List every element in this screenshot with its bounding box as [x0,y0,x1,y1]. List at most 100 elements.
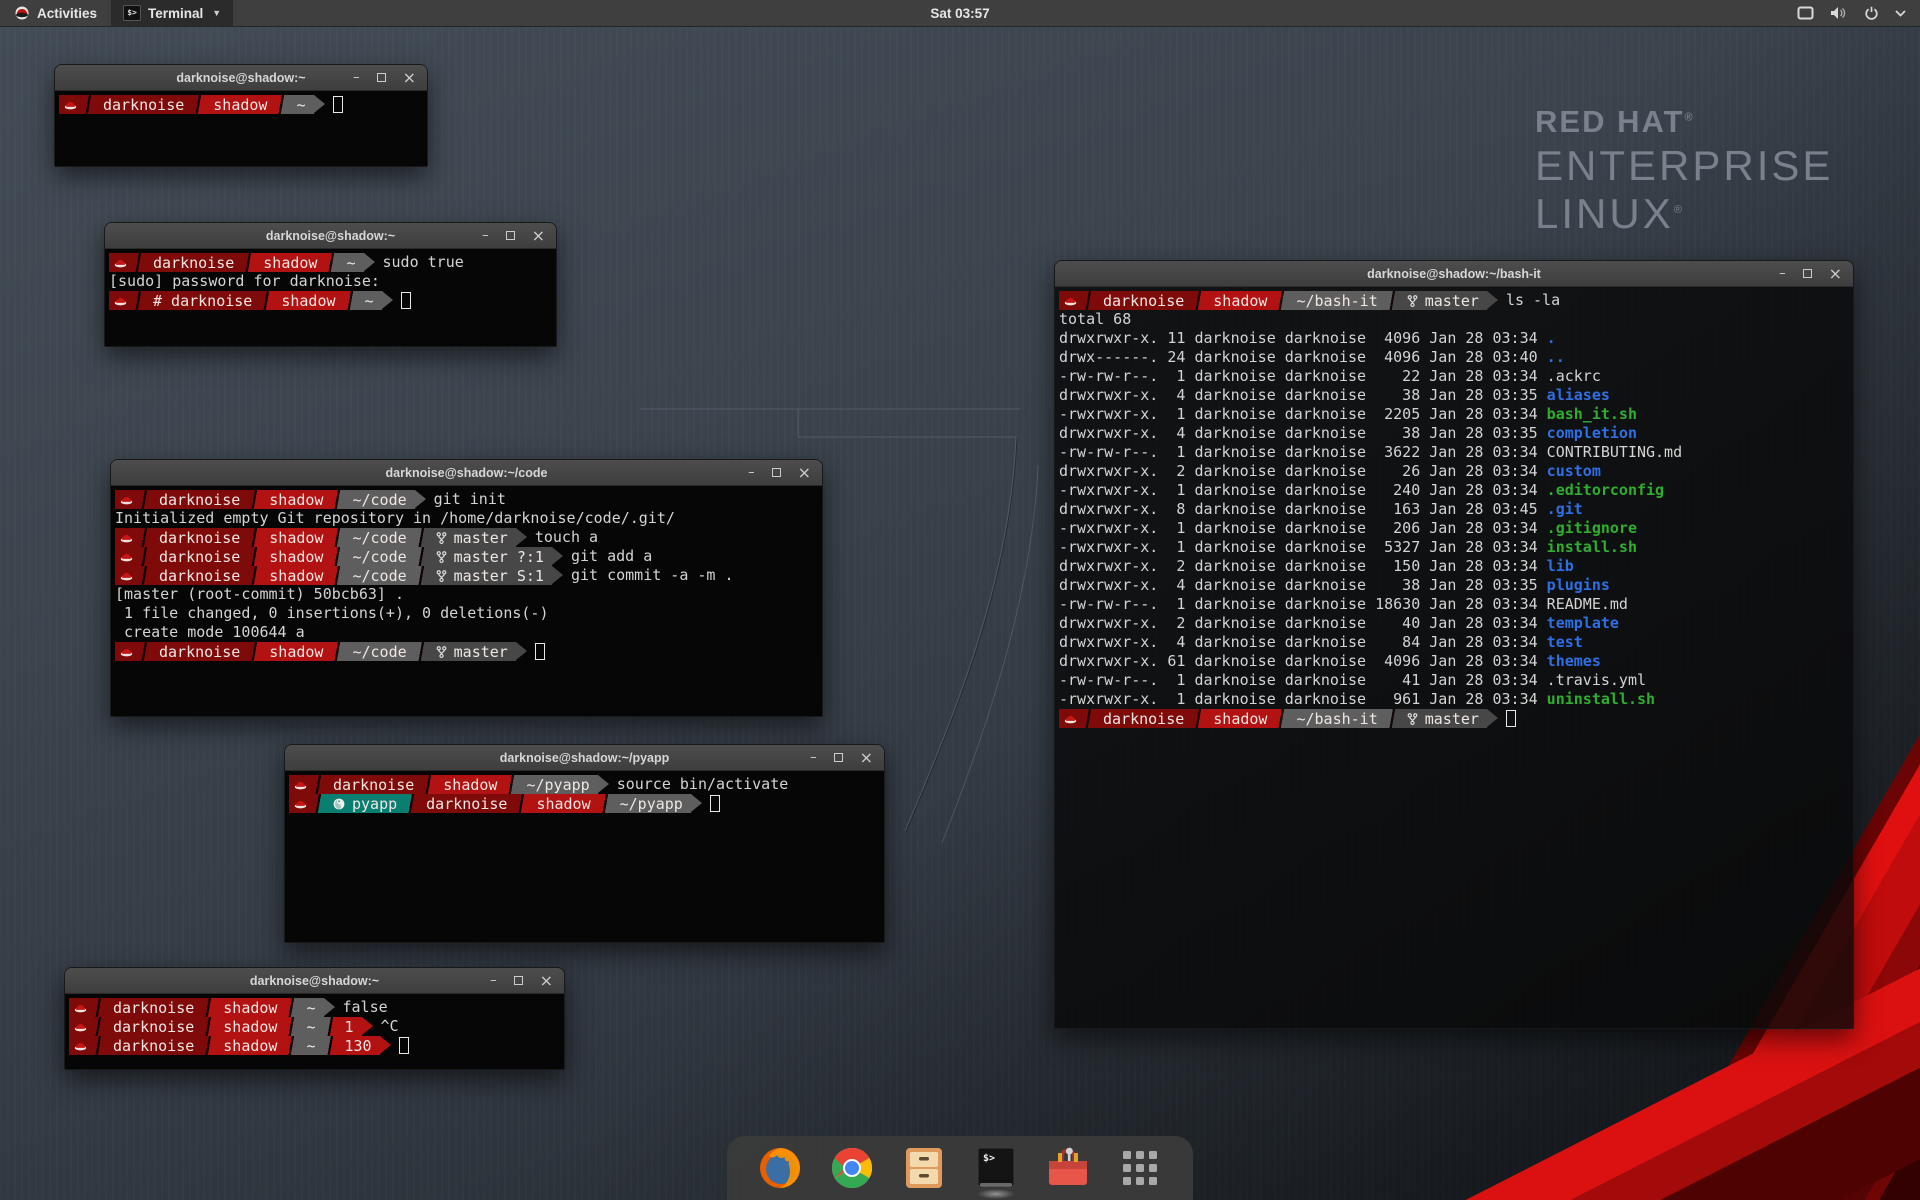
power-icon[interactable] [1864,6,1879,21]
dock-item-terminal[interactable]: $> [973,1145,1019,1191]
powerline-separator-icon [415,642,428,661]
redhat-icon [74,1003,87,1013]
maximize-button[interactable] [377,73,386,82]
chevron-down-icon[interactable] [1895,9,1906,17]
terminal-content[interactable]: darknoiseshadow~/bash-itmasterls -latota… [1055,287,1853,1028]
terminal-text: drwxrwxr-x. 2 darknoise darknoise 40 Jan… [1059,614,1547,633]
close-button[interactable]: × [403,70,416,86]
maximize-button[interactable] [772,468,781,477]
screen-icon[interactable] [1797,6,1814,20]
redhat-logo-icon [14,6,30,20]
prompt-segment-label: ~/pyapp [620,795,683,813]
prompt-segment-label: darknoise [113,1018,194,1036]
maximize-button[interactable] [834,753,843,762]
close-button[interactable]: × [1829,266,1842,282]
prompt-segment-label: shadow [269,548,323,566]
terminal-line: drwxrwxr-x. 61 darknoise darknoise 4096 … [1059,652,1849,671]
terminal-line: drwx------. 24 darknoise darknoise 4096 … [1059,348,1849,367]
terminal-line: darknoiseshadow~/codemastertouch a [115,528,818,547]
terminal-text: drwxrwxr-x. 2 darknoise darknoise 150 Ja… [1059,557,1547,576]
terminal-content[interactable]: darknoiseshadow~/codegit initInitialized… [111,486,822,716]
terminal-icon: $> [974,1146,1018,1190]
powerline-separator-icon [248,642,261,661]
file-name: bash_it.sh [1547,405,1637,424]
prompt-segment: darknoise [151,490,248,509]
window-titlebar[interactable]: darknoise@shadow:~/pyapp–× [285,745,884,771]
terminal-app-menu[interactable]: $> Terminal ▼ [111,0,233,26]
terminal-text: [sudo] password for darknoise: [109,272,380,291]
window-titlebar[interactable]: darknoise@shadow:~–× [105,223,556,249]
dock-item-app-grid[interactable] [1117,1145,1163,1191]
terminal-text: 1 file changed, 0 insertions(+), 0 delet… [115,604,548,623]
terminal-text: -rw-rw-r--. 1 darknoise darknoise 41 Jan… [1059,671,1646,690]
volume-icon[interactable] [1830,6,1848,20]
window-titlebar[interactable]: darknoise@shadow:~/bash-it–× [1055,261,1853,287]
prompt-segment: ~/code [344,528,414,547]
git-branch-icon [436,550,447,564]
dock-item-files[interactable] [901,1145,947,1191]
redhat-icon [120,571,133,581]
minimize-button[interactable]: – [748,466,755,479]
prompt-segment-label: darknoise [113,999,194,1017]
terminal-text: -rwxrwxr-x. 1 darknoise darknoise 5327 J… [1059,538,1547,557]
dock-item-chrome[interactable] [829,1145,875,1191]
terminal-line: darknoiseshadow~false [69,998,560,1017]
powerline-separator-icon [285,1017,298,1036]
close-button[interactable]: × [798,465,811,481]
files-icon [903,1146,945,1190]
terminal-content[interactable]: darknoiseshadow~ [55,91,427,166]
maximize-button[interactable] [1803,269,1812,278]
terminal-content[interactable]: darknoiseshadow~sudo true[sudo] password… [105,249,556,346]
redhat-icon [120,495,133,505]
terminal-line: -rw-rw-r--. 1 darknoise darknoise 41 Jan… [1059,671,1849,690]
activities-button[interactable]: Activities [0,0,111,26]
powerline-separator-icon [344,291,357,310]
rhel-logo-line3: LINUX [1535,190,1674,237]
minimize-button[interactable]: – [1779,267,1786,280]
git-branch-icon [436,569,447,583]
maximize-button[interactable] [514,976,523,985]
prompt-segment: ~/pyapp [612,794,691,813]
powerline-separator-icon [92,998,105,1017]
minimize-button[interactable]: – [482,229,489,242]
window-titlebar[interactable]: darknoise@shadow:~–× [65,968,564,994]
close-button[interactable]: × [532,228,545,244]
close-button[interactable]: × [860,750,873,766]
powerline-arrow-icon [324,998,335,1016]
terminal-content[interactable]: darknoiseshadow~falsedarknoiseshadow~1^C… [65,994,564,1069]
terminal-line: -rw-rw-r--. 1 darknoise darknoise 3622 J… [1059,443,1849,462]
clock[interactable]: Sat 03:57 [0,6,1920,21]
powerline-separator-icon [331,490,344,509]
dock-item-firefox[interactable] [757,1145,803,1191]
terminal-line: [sudo] password for darknoise: [109,272,552,291]
prompt-segment-label: shadow [213,96,267,114]
window-controls: –× [482,228,556,244]
terminal-content[interactable]: darknoiseshadow~/pyappsource bin/activat… [285,771,884,942]
terminal-line: darknoiseshadow~sudo true [109,253,552,272]
prompt-segment-icon [69,1017,92,1036]
prompt-segment: darknoise [418,794,515,813]
minimize-button[interactable]: – [490,974,497,987]
maximize-button[interactable] [506,231,515,240]
powerline-arrow-icon [516,528,527,546]
window-titlebar[interactable]: darknoise@shadow:~/code–× [111,460,822,486]
redhat-icon [114,296,127,306]
terminal-cursor [333,96,343,113]
window-controls: –× [1779,266,1853,282]
minimize-button[interactable]: – [810,751,817,764]
close-button[interactable]: × [540,973,553,989]
terminal-text: drwxrwxr-x. 4 darknoise darknoise 38 Jan… [1059,576,1547,595]
dock: $> [727,1136,1193,1200]
prompt-segment: ~/pyapp [518,775,597,794]
prompt-segment-icon [69,998,92,1017]
prompt-segment-label: darknoise [1103,292,1184,310]
window-titlebar[interactable]: darknoise@shadow:~–× [55,65,427,91]
terminal-text: drwxrwxr-x. 4 darknoise darknoise 84 Jan… [1059,633,1547,652]
powerline-separator-icon [285,1036,298,1055]
powerline-separator-icon [260,291,273,310]
minimize-button[interactable]: – [353,71,360,84]
powerline-separator-icon [202,998,215,1017]
dock-item-toolbox[interactable] [1045,1145,1091,1191]
activities-label: Activities [37,6,97,21]
prompt-segment: shadow [255,253,325,272]
